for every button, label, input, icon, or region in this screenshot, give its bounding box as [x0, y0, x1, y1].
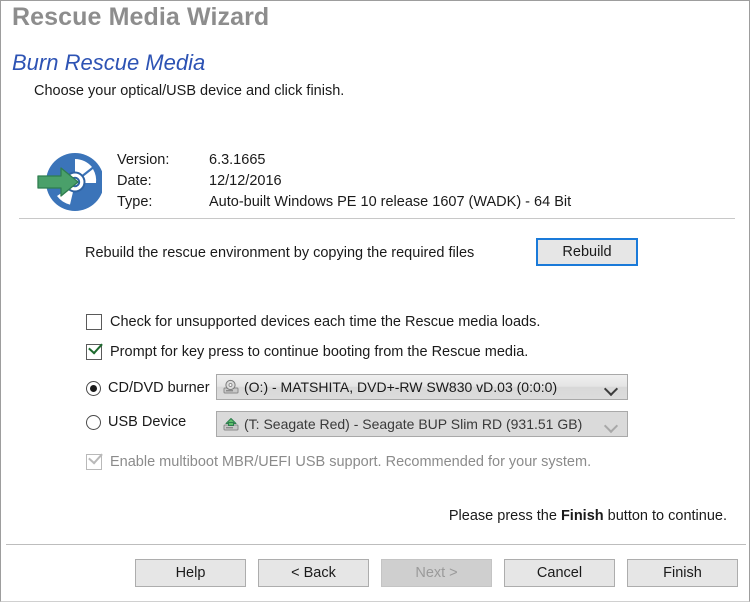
usb-device-dropdown[interactable]: (T: Seagate Red) - Seagate BUP Slim RD (… — [216, 411, 628, 437]
table-row: Version: 6.3.1665 — [117, 152, 571, 173]
radio-button[interactable] — [86, 380, 101, 396]
info-value-type: Auto-built Windows PE 10 release 1607 (W… — [209, 194, 572, 210]
usb-device-value: (T: Seagate Red) - Seagate BUP Slim RD (… — [244, 416, 583, 432]
checkbox-box[interactable] — [86, 339, 103, 360]
info-label-type: Type: — [117, 194, 153, 210]
checkbox-label: Enable multiboot MBR/UEFI USB support. R… — [110, 454, 592, 470]
rebuild-description: Rebuild the rescue environment by copyin… — [85, 245, 475, 261]
chevron-down-icon[interactable] — [603, 418, 619, 434]
page-title: Burn Rescue Media — [12, 50, 206, 75]
radio-usb-device[interactable]: USB Device — [86, 414, 186, 430]
info-label-date: Date: — [117, 173, 152, 189]
checkbox-box[interactable] — [86, 314, 102, 330]
app-title: Rescue Media Wizard — [12, 3, 270, 31]
info-value-version: 6.3.1665 — [209, 152, 266, 168]
divider — [19, 218, 735, 219]
back-button[interactable]: < Back — [258, 559, 369, 587]
info-value-date: 12/12/2016 — [209, 173, 282, 189]
finish-hint-before: Please press the — [448, 508, 557, 524]
check-icon — [88, 339, 103, 355]
chevron-down-icon[interactable] — [603, 381, 619, 397]
cd-dvd-device-dropdown[interactable]: (O:) - MATSHITA, DVD+-RW SW830 vD.03 (0:… — [216, 374, 628, 400]
optical-drive-icon — [223, 379, 239, 395]
info-label-version: Version: — [117, 152, 170, 168]
usb-drive-icon — [223, 416, 239, 432]
help-button[interactable]: Help — [135, 559, 246, 587]
page-subtitle: Choose your optical/USB device and click… — [34, 83, 345, 99]
footer-button-bar: Help < Back Next > Cancel Finish — [1, 559, 749, 587]
checkbox-label: Prompt for key press to continue booting… — [110, 344, 529, 360]
radio-cd-dvd-burner[interactable]: CD/DVD burner — [86, 380, 210, 396]
finish-hint-strong: Finish — [560, 508, 604, 524]
media-info-table: Version: 6.3.1665 Date: 12/12/2016 Type:… — [117, 152, 571, 215]
check-icon — [88, 449, 103, 465]
rebuild-button[interactable]: Rebuild — [536, 238, 638, 266]
checkbox-box — [86, 449, 103, 470]
rescue-media-wizard-window: Rescue Media Wizard Burn Rescue Media Ch… — [0, 0, 750, 602]
finish-hint-after: button to continue. — [607, 508, 727, 524]
radio-dot-icon — [90, 384, 97, 392]
divider — [6, 544, 746, 545]
radio-label: USB Device — [108, 414, 187, 430]
checkbox-check-unsupported-devices[interactable]: Check for unsupported devices each time … — [86, 314, 540, 330]
finish-button[interactable]: Finish — [627, 559, 738, 587]
checkbox-enable-multiboot: Enable multiboot MBR/UEFI USB support. R… — [86, 449, 592, 470]
table-row: Date: 12/12/2016 — [117, 173, 571, 194]
radio-button[interactable] — [86, 414, 101, 430]
checkbox-prompt-key-press[interactable]: Prompt for key press to continue booting… — [86, 339, 529, 360]
next-button: Next > — [381, 559, 492, 587]
finish-hint: Please press the Finish button to contin… — [449, 508, 727, 524]
rescue-disc-icon — [34, 149, 104, 215]
radio-label: CD/DVD burner — [108, 380, 210, 396]
checkbox-label: Check for unsupported devices each time … — [110, 314, 541, 330]
cd-dvd-device-value: (O:) - MATSHITA, DVD+-RW SW830 vD.03 (0:… — [244, 379, 558, 395]
table-row: Type: Auto-built Windows PE 10 release 1… — [117, 194, 571, 215]
cancel-button[interactable]: Cancel — [504, 559, 615, 587]
